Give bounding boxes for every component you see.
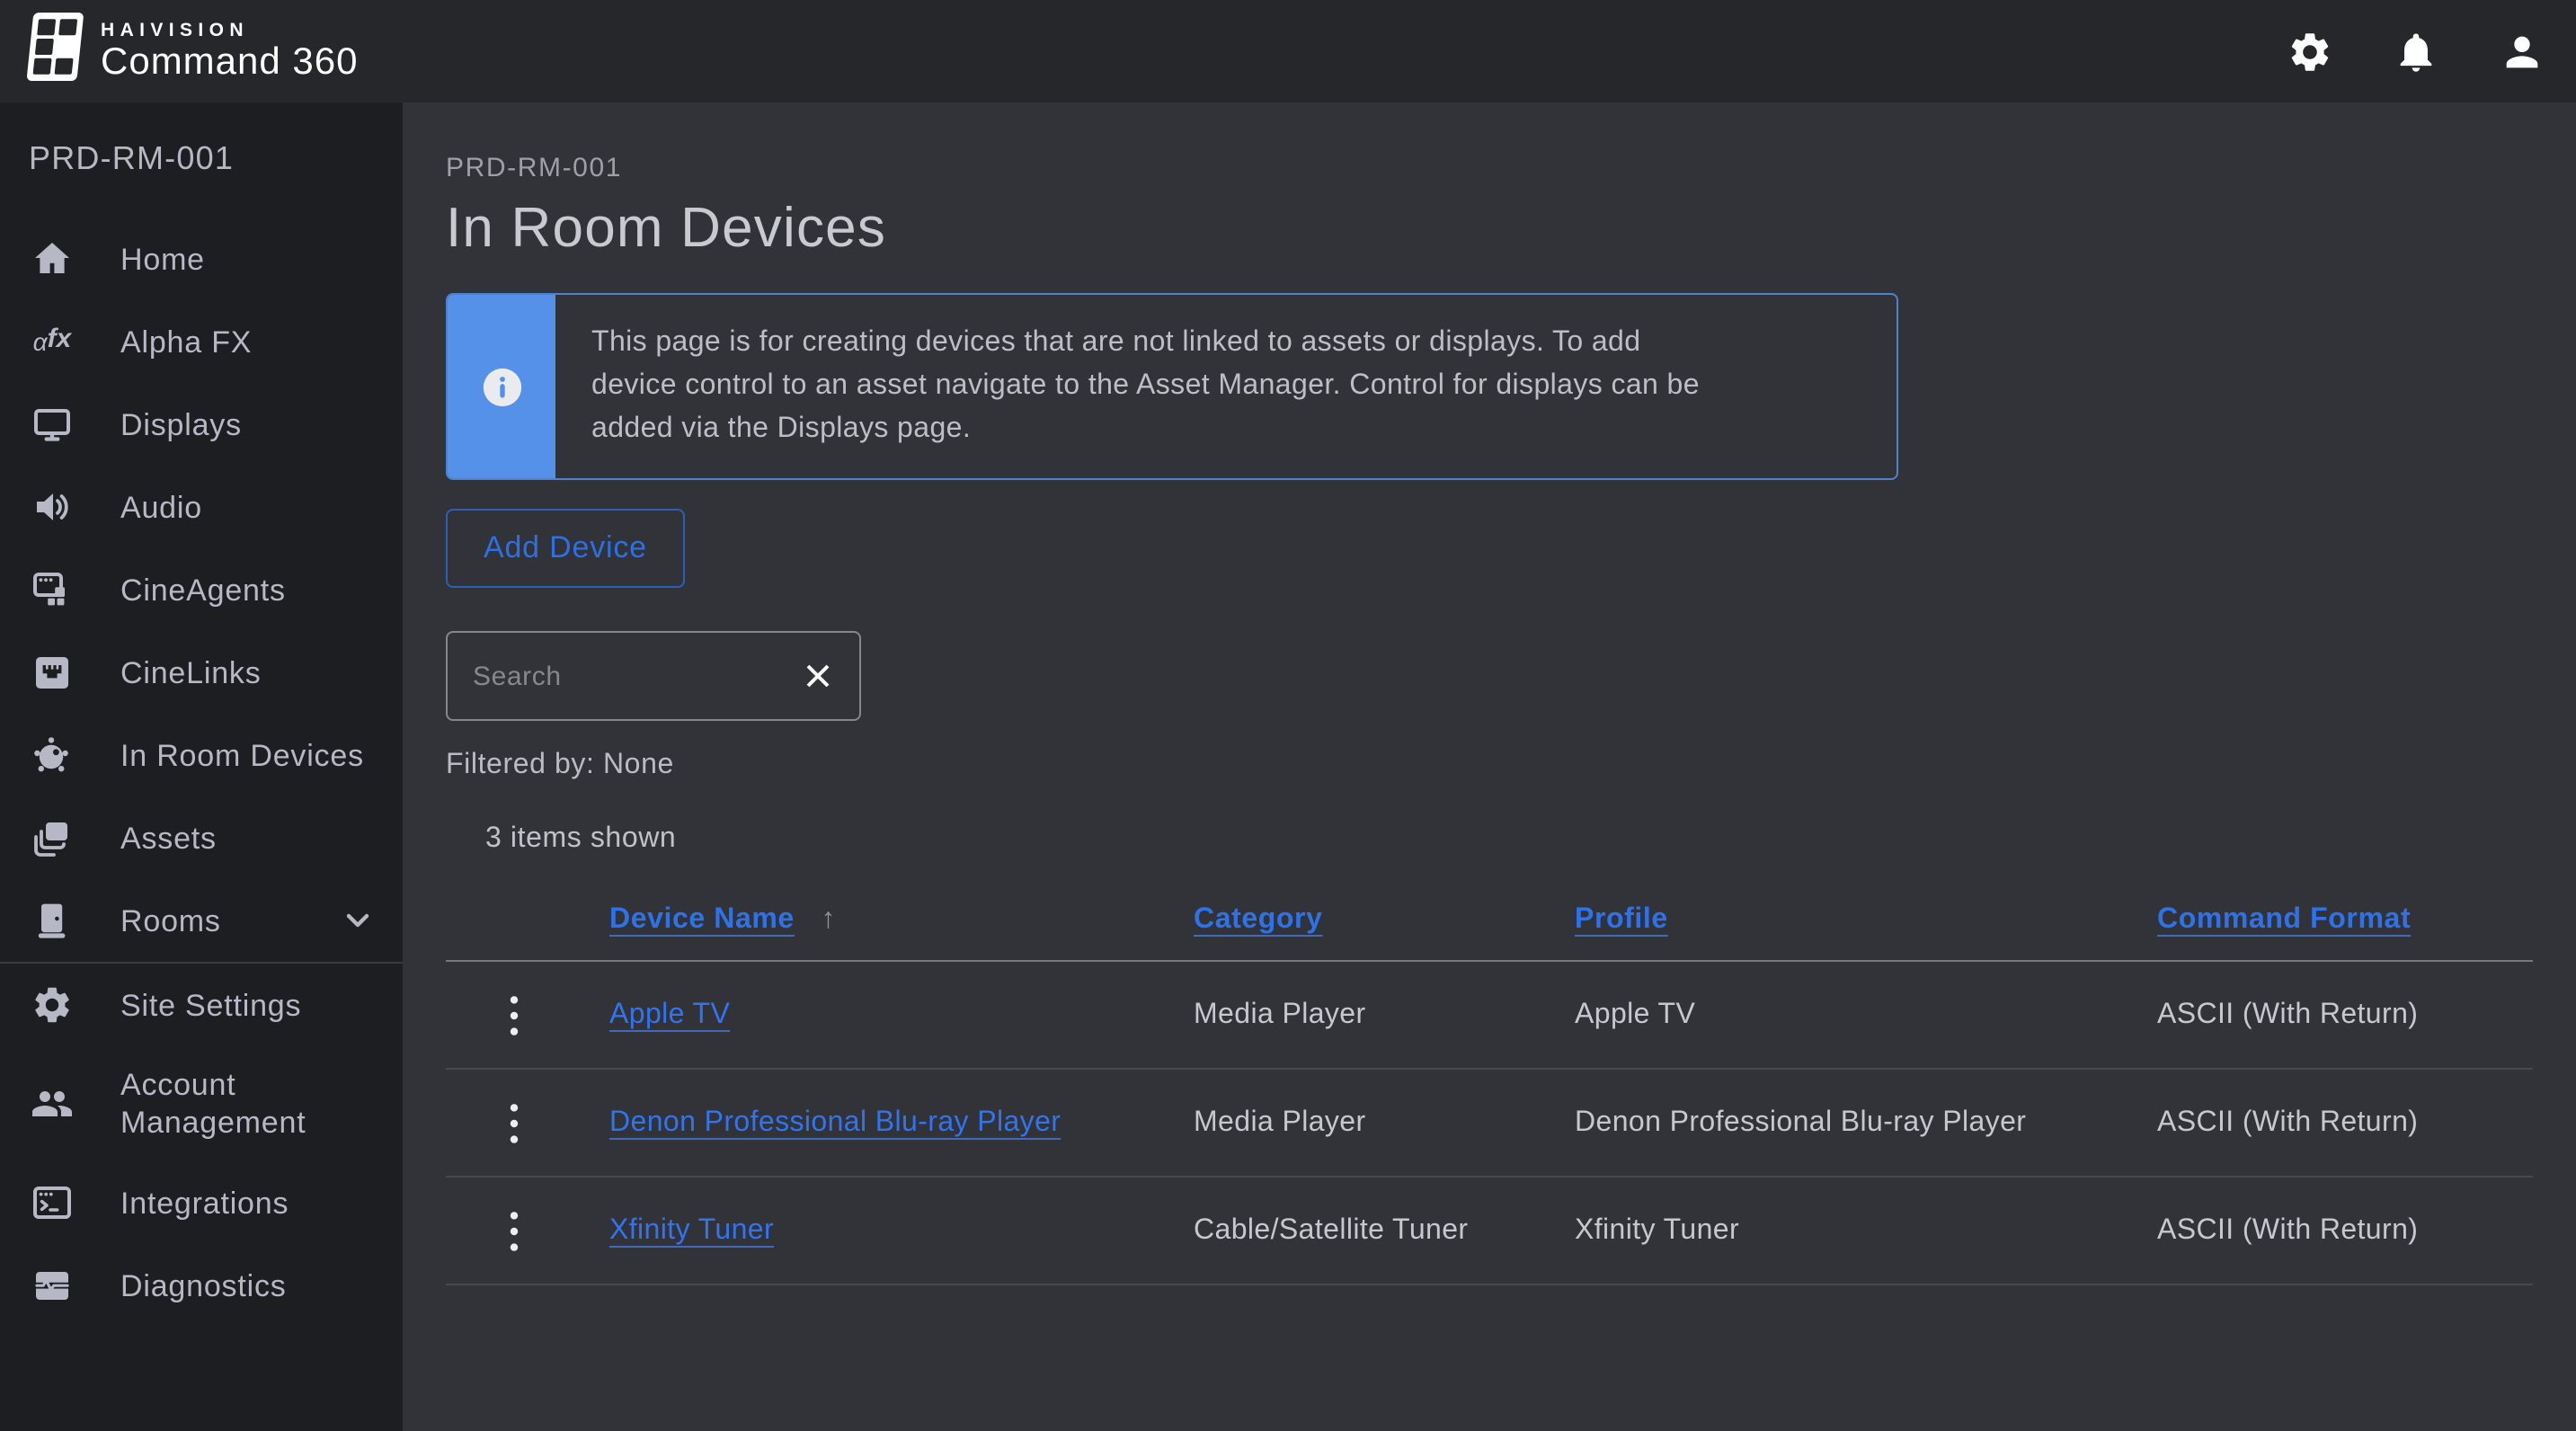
sidebar-item-site-settings[interactable]: Site Settings xyxy=(0,964,403,1046)
info-banner-text: This page is for creating devices that a… xyxy=(555,295,1742,478)
app-root: HAIVISION Command 360 PRD-RM-001 Home xyxy=(0,0,2576,1431)
row-actions-kebab-icon[interactable] xyxy=(446,993,609,1036)
device-name-link[interactable]: Denon Professional Blu-ray Player xyxy=(609,1107,1061,1137)
assets-stack-icon xyxy=(29,814,76,861)
sidebar-item-alpha-fx[interactable]: αfx Alpha FX xyxy=(0,300,403,383)
monitor-icon xyxy=(29,401,76,448)
sidebar-item-account-management[interactable]: Account Management xyxy=(0,1046,403,1161)
device-name-link[interactable]: Apple TV xyxy=(609,999,730,1029)
devices-table: Device Name ↑ Category Profile Command F… xyxy=(446,904,2533,1285)
sidebar: PRD-RM-001 Home αfx Alpha FX xyxy=(0,102,403,1431)
filtered-by-label: Filtered by: None xyxy=(446,750,2533,782)
clear-search-icon[interactable] xyxy=(798,656,838,696)
cell-profile: Denon Professional Blu-ray Player xyxy=(1575,1107,2157,1139)
user-profile-icon[interactable] xyxy=(2499,28,2545,75)
cell-command-format: ASCII (With Return) xyxy=(2157,999,2533,1031)
search-box xyxy=(446,631,861,721)
cell-command-format: ASCII (With Return) xyxy=(2157,1107,2533,1139)
top-header-bar: HAIVISION Command 360 xyxy=(0,0,2576,102)
cell-profile: Xfinity Tuner xyxy=(1575,1214,2157,1247)
sidebar-item-cineagents[interactable]: CineAgents xyxy=(0,548,403,631)
sidebar-item-audio[interactable]: Audio xyxy=(0,466,403,548)
device-name-link[interactable]: Xfinity Tuner xyxy=(609,1214,774,1245)
settings-gear-icon[interactable] xyxy=(2287,28,2333,75)
sidebar-item-integrations[interactable]: Integrations xyxy=(0,1161,403,1244)
brand-name: HAIVISION xyxy=(101,19,359,40)
chevron-down-icon[interactable] xyxy=(342,904,374,937)
sidebar-item-cinelinks[interactable]: CineLinks xyxy=(0,631,403,714)
gear-icon xyxy=(29,982,76,1028)
table-header-profile: Profile xyxy=(1575,904,2157,937)
sidebar-item-displays[interactable]: Displays xyxy=(0,383,403,466)
items-shown-count: 3 items shown xyxy=(446,823,2533,856)
in-room-device-icon xyxy=(29,732,76,778)
door-icon xyxy=(29,897,76,944)
add-device-button[interactable]: Add Device xyxy=(446,509,685,588)
sort-ascending-icon[interactable]: ↑ xyxy=(821,904,836,937)
sidebar-item-assets[interactable]: Assets xyxy=(0,796,403,879)
page-title: In Room Devices xyxy=(446,194,2533,262)
videowall-logo-icon xyxy=(23,7,88,95)
sidebar-item-home[interactable]: Home xyxy=(0,218,403,300)
table-row: Xfinity Tuner Cable/Satellite Tuner Xfin… xyxy=(446,1178,2533,1285)
row-actions-kebab-icon[interactable] xyxy=(446,1209,609,1252)
table-header-device-name: Device Name ↑ xyxy=(609,904,1194,937)
info-icon xyxy=(479,364,524,409)
cineagents-icon xyxy=(29,566,76,613)
table-row: Denon Professional Blu-ray Player Media … xyxy=(446,1070,2533,1178)
info-banner: This page is for creating devices that a… xyxy=(446,293,1898,480)
cell-category: Cable/Satellite Tuner xyxy=(1194,1214,1575,1247)
sidebar-item-diagnostics[interactable]: Diagnostics xyxy=(0,1244,403,1327)
table-row: Apple TV Media Player Apple TV ASCII (Wi… xyxy=(446,962,2533,1070)
cell-category: Media Player xyxy=(1194,1107,1575,1139)
sidebar-nav: Home αfx Alpha FX Displays xyxy=(0,218,403,1327)
table-header-row: Device Name ↑ Category Profile Command F… xyxy=(446,904,2533,962)
sidebar-item-in-room-devices[interactable]: In Room Devices xyxy=(0,714,403,796)
row-actions-kebab-icon[interactable] xyxy=(446,1101,609,1144)
breadcrumb: PRD-RM-001 xyxy=(446,153,2533,185)
home-icon xyxy=(29,236,76,282)
table-header-category: Category xyxy=(1194,904,1575,937)
product-name: Command 360 xyxy=(101,40,359,84)
people-icon xyxy=(29,1080,76,1127)
cell-command-format: ASCII (With Return) xyxy=(2157,1214,2533,1247)
sidebar-room-id: PRD-RM-001 xyxy=(0,137,403,180)
cell-category: Media Player xyxy=(1194,999,1575,1031)
main-content: PRD-RM-001 In Room Devices This page is … xyxy=(403,102,2576,1431)
speaker-icon xyxy=(29,484,76,530)
terminal-icon xyxy=(29,1179,76,1226)
haivision-logo[interactable]: HAIVISION Command 360 xyxy=(23,7,359,95)
diagnostics-pulse-icon xyxy=(29,1262,76,1309)
alpha-fx-icon: αfx xyxy=(29,318,76,365)
cell-profile: Apple TV xyxy=(1575,999,2157,1031)
notifications-bell-icon[interactable] xyxy=(2393,28,2439,75)
search-input[interactable] xyxy=(473,661,798,691)
table-header-command-format: Command Format xyxy=(2157,904,2533,937)
sidebar-item-rooms[interactable]: Rooms xyxy=(0,879,403,962)
ethernet-port-icon xyxy=(29,649,76,696)
